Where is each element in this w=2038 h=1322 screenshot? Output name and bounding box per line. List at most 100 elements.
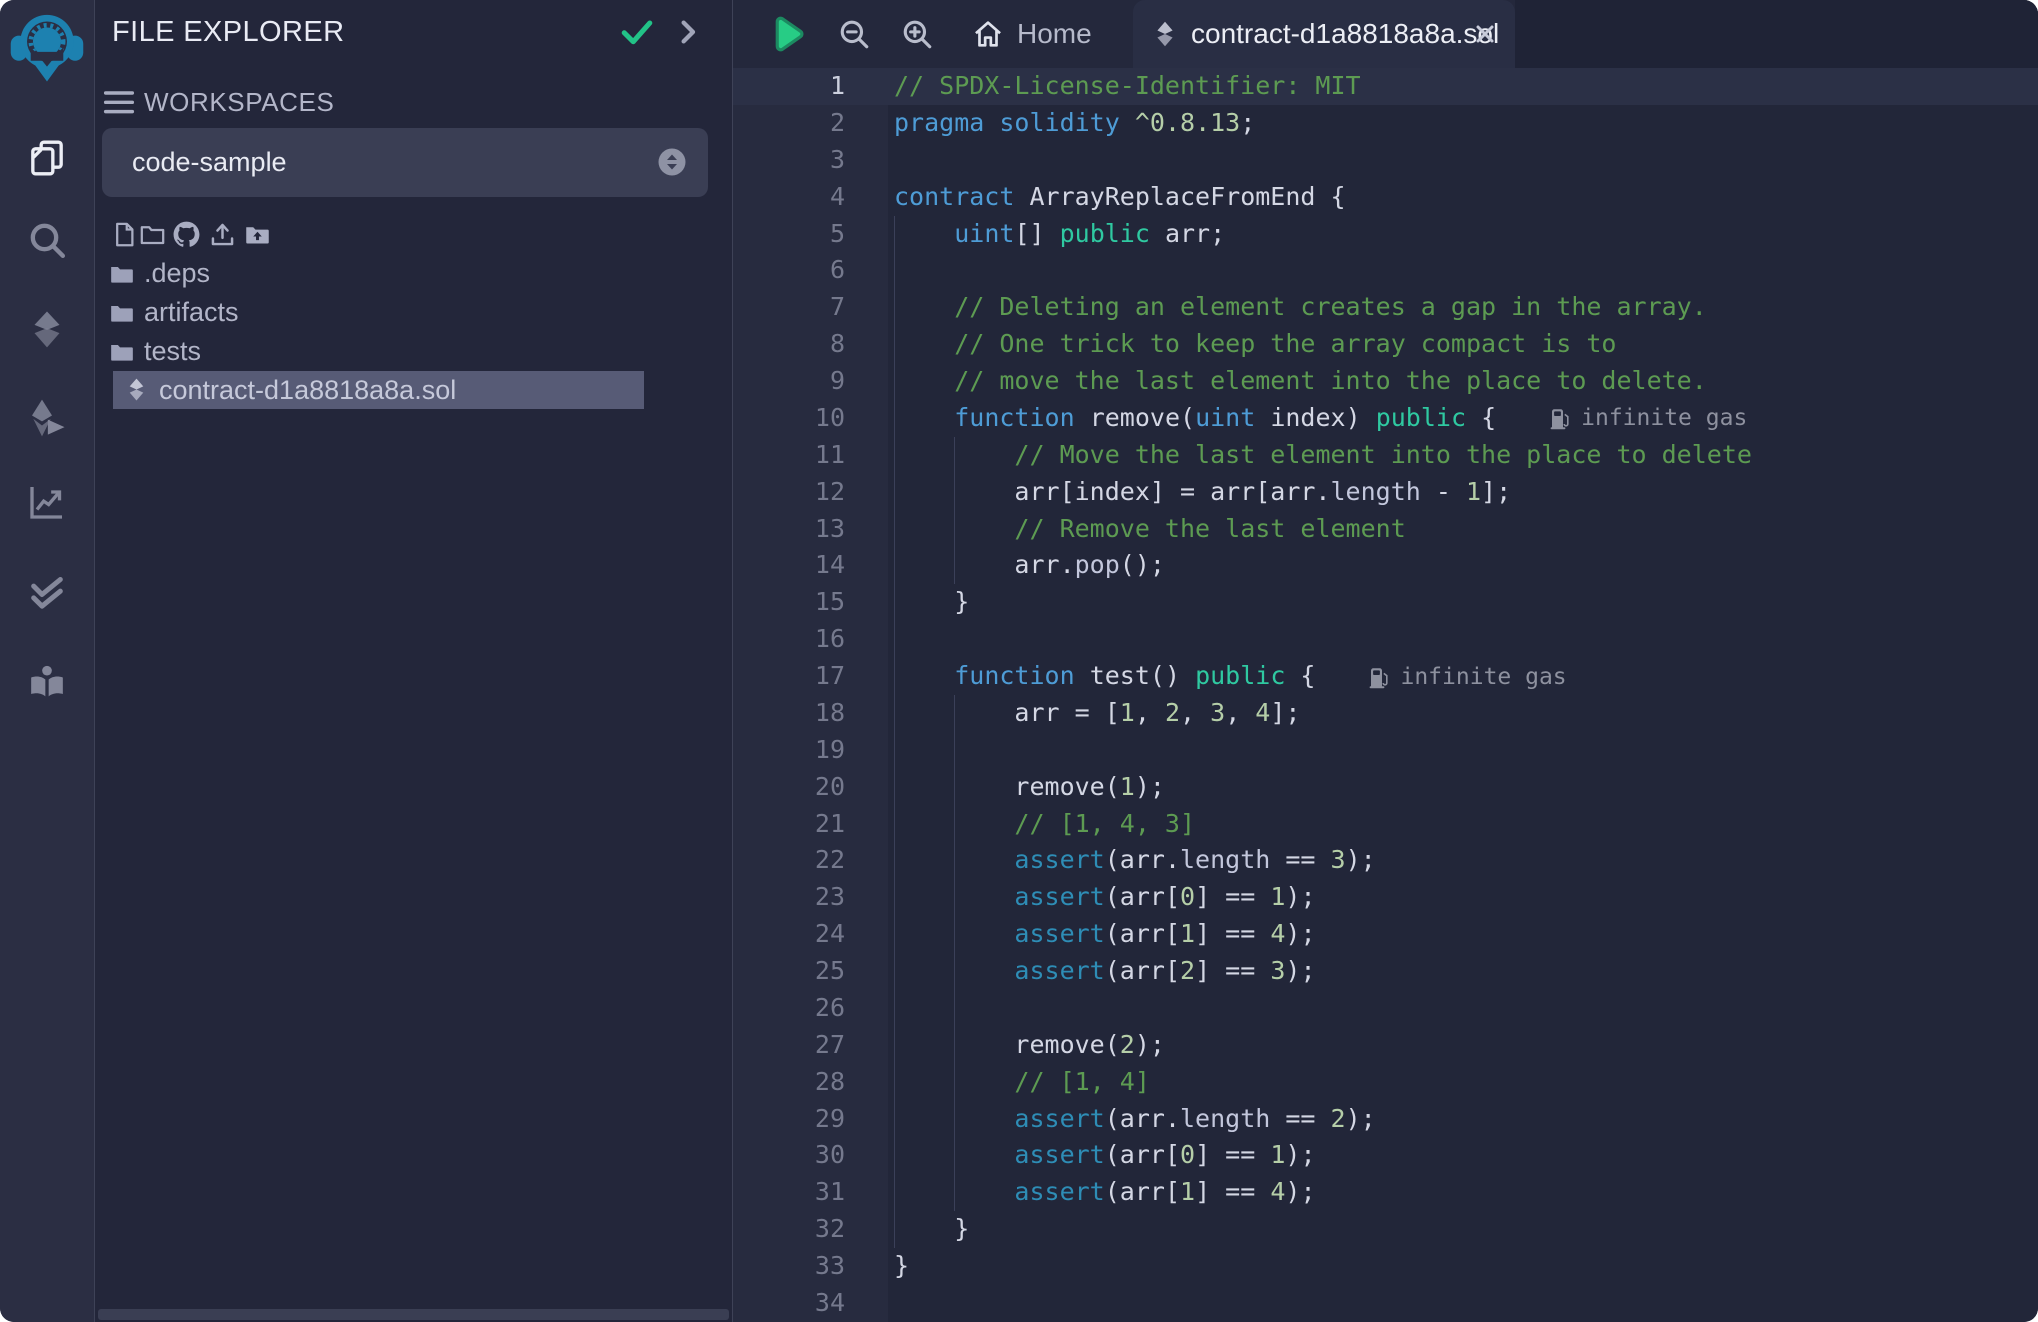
close-icon[interactable] [1473,22,1497,46]
code-line[interactable]: 23 assert(arr[0] == 1); [733,879,2038,916]
code-line[interactable]: 16 [733,621,2038,658]
code-line[interactable]: 30 assert(arr[0] == 1); [733,1137,2038,1174]
code-line[interactable]: 6 [733,252,2038,289]
line-number: 25 [733,953,888,990]
new-file-button[interactable] [111,221,138,248]
code-token [894,366,954,395]
line-number: 6 [733,252,888,289]
chevron-right-icon[interactable] [673,17,703,47]
code-line[interactable]: 26 [733,990,2038,1027]
check-icon[interactable] [619,14,655,50]
indent-guide [954,695,955,732]
code-line-content: arr = [1, 2, 3, 4]; [888,695,2038,732]
code-token: 1 [1120,772,1135,801]
code-line[interactable]: 10 function remove(uint index) public {i… [733,400,2038,437]
code-line-content: arr[index] = arr[arr.length - 1]; [888,474,2038,511]
code-line[interactable]: 27 remove(2); [733,1027,2038,1064]
indent-guide [894,842,895,879]
sidebar-item-statistics[interactable] [27,482,67,522]
line-number: 16 [733,621,888,658]
code-line[interactable]: 33} [733,1248,2038,1285]
code-line[interactable]: 13 // Remove the last element [733,511,2038,548]
code-line[interactable]: 3 [733,142,2038,179]
code-line[interactable]: 12 arr[index] = arr[arr.length - 1]; [733,474,2038,511]
sidebar-item-solidity-compiler[interactable] [27,309,67,349]
code-token [894,292,954,321]
code-line-content [888,1285,2038,1322]
clone-github-button[interactable] [173,221,200,248]
sidebar-item-file-explorer[interactable] [27,138,67,178]
code-token: ); [1285,1140,1315,1169]
code-token: assert [1014,1177,1104,1206]
code-line[interactable]: 4contract ArrayReplaceFromEnd { [733,179,2038,216]
upload-file-button[interactable] [209,221,236,248]
code-token: 2 [1165,698,1180,727]
code-line[interactable]: 2pragma solidity ^0.8.13; [733,105,2038,142]
code-line[interactable]: 17 function test() public {infinite gas [733,658,2038,695]
code-line[interactable]: 24 assert(arr[1] == 4); [733,916,2038,953]
folder-item[interactable]: .deps [95,254,732,293]
indent-guide [894,1101,895,1138]
code-line-content [888,732,2038,769]
code-line[interactable]: 9 // move the last element into the plac… [733,363,2038,400]
code-token: ] == [1195,882,1270,911]
code-line[interactable]: 32 } [733,1211,2038,1248]
code-line[interactable]: 5 uint[] public arr; [733,216,2038,253]
code-token: } [894,1251,909,1280]
tab-home[interactable]: Home [963,0,1123,68]
code-token: solidity [999,108,1119,137]
code-token: 1 [1120,698,1135,727]
code-line[interactable]: 25 assert(arr[2] == 3); [733,953,2038,990]
indent-guide [894,289,895,326]
code-line[interactable]: 11 // Move the last element into the pla… [733,437,2038,474]
code-editor[interactable]: 1// SPDX-License-Identifier: MIT2pragma … [733,68,2038,1322]
zoom-in-button[interactable] [900,17,934,51]
code-line[interactable]: 7 // Deleting an element creates a gap i… [733,289,2038,326]
file-explorer-title: FILE EXPLORER [112,16,344,49]
code-token: length [1180,1104,1270,1133]
indent-guide [954,842,955,879]
code-line[interactable]: 1// SPDX-License-Identifier: MIT [733,68,2038,105]
file-item-label: contract-d1a8818a8a.sol [159,371,456,409]
sidebar-item-learneth[interactable] [27,663,67,703]
remix-logo-icon[interactable] [10,6,84,94]
folder-item[interactable]: artifacts [95,293,732,332]
panel-scrollbar[interactable] [98,1309,729,1320]
workspaces-menu-icon[interactable] [103,89,135,115]
code-line[interactable]: 19 [733,732,2038,769]
play-button[interactable] [765,13,807,55]
code-line[interactable]: 29 assert(arr.length == 2); [733,1101,2038,1138]
workspace-select[interactable]: code-sample [102,128,708,197]
folder-item[interactable]: tests [95,332,732,371]
code-line[interactable]: 28 // [1, 4] [733,1064,2038,1101]
solidity-unit-testing-icon [27,572,67,612]
code-line[interactable]: 18 arr = [1, 2, 3, 4]; [733,695,2038,732]
code-line[interactable]: 21 // [1, 4, 3] [733,806,2038,843]
code-line[interactable]: 8 // One trick to keep the array compact… [733,326,2038,363]
code-line-content: } [888,1211,2038,1248]
indent-guide [954,437,955,474]
zoom-out-button[interactable] [837,17,871,51]
code-token: function [954,661,1074,690]
line-number: 13 [733,511,888,548]
indent-guide [894,326,895,363]
upload-folder-button[interactable] [244,221,271,248]
sidebar-item-deploy-run[interactable] [27,398,67,438]
code-line[interactable]: 31 assert(arr[1] == 4); [733,1174,2038,1211]
new-folder-button[interactable] [139,221,166,248]
file-item-selected[interactable]: contract-d1a8818a8a.sol [113,371,644,409]
code-line[interactable]: 34 [733,1285,2038,1322]
code-line[interactable]: 15 } [733,584,2038,621]
sidebar-item-search[interactable] [27,220,67,260]
code-line[interactable]: 22 assert(arr.length == 3); [733,842,2038,879]
indent-guide [894,658,895,695]
indent-guide [954,732,955,769]
workspace-select-toggle-icon[interactable] [658,148,686,176]
code-line[interactable]: 14 arr.pop(); [733,547,2038,584]
sidebar-item-solidity-unit-testing[interactable] [27,572,67,612]
indent-guide [894,1064,895,1101]
code-line[interactable]: 20 remove(1); [733,769,2038,806]
tab-active[interactable]: contract-d1a8818a8a.sol [1133,0,1515,68]
line-number: 34 [733,1285,888,1322]
gas-pump-icon [1369,666,1390,689]
